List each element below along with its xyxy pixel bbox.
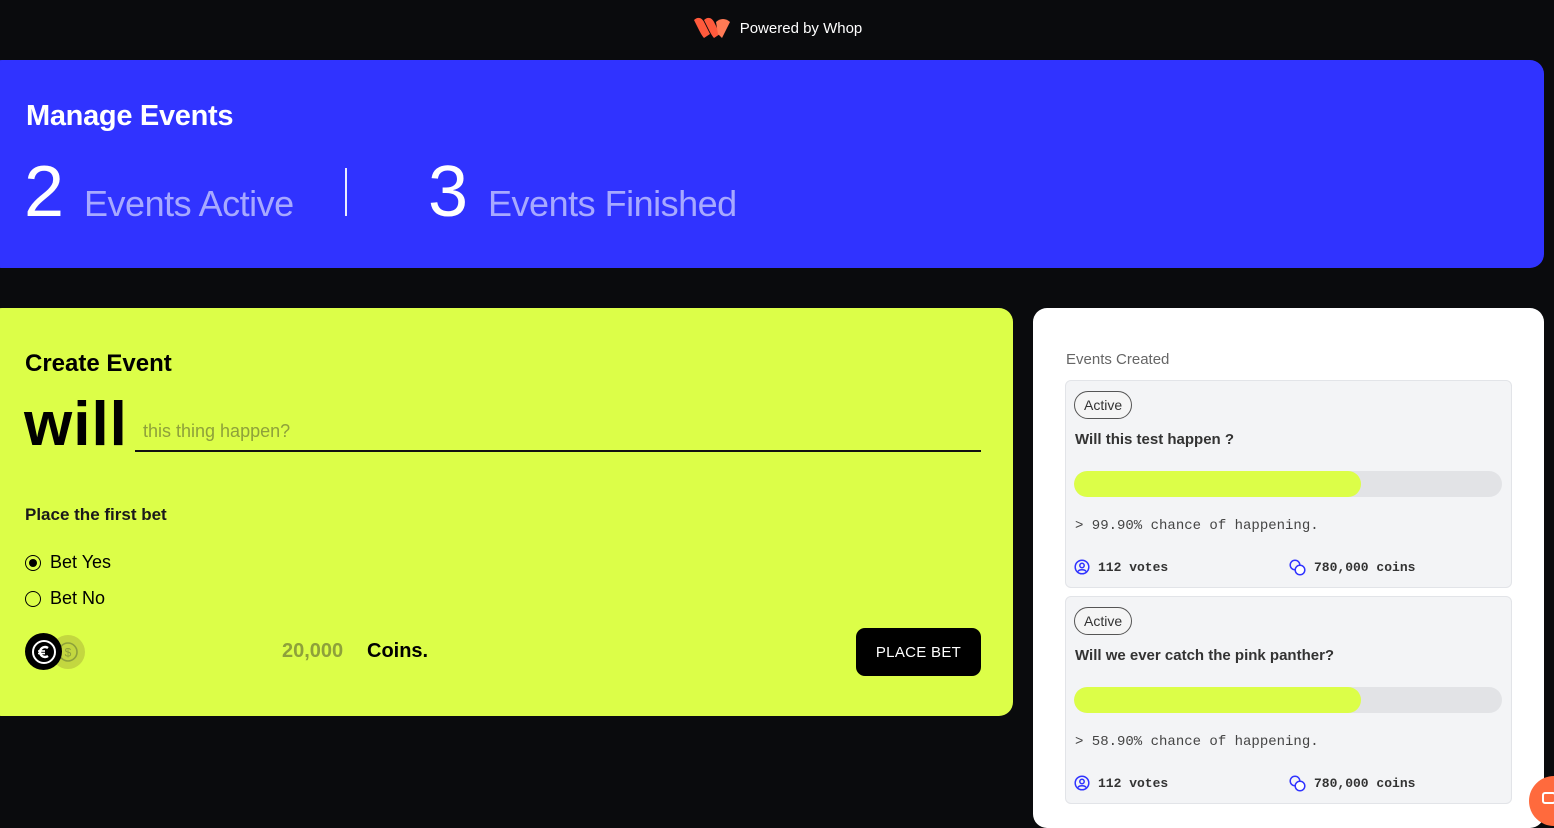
coins-count: 780,000 coins (1314, 560, 1416, 575)
events-finished-label: Events Finished (488, 183, 737, 224)
bet-yes-option[interactable]: Bet Yes (25, 552, 111, 573)
coins-stat: 780,000 coins (1289, 775, 1415, 792)
currency-toggle[interactable]: $ (25, 633, 89, 671)
events-finished-stat: 3 Events Finished (428, 156, 737, 228)
question-prefix: will (24, 390, 128, 459)
first-bet-label: Place the first bet (25, 505, 167, 524)
chance-text: > 99.90% chance of happening. (1075, 518, 1319, 534)
coins-stat: 780,000 coins (1289, 559, 1415, 576)
events-finished-count: 3 (428, 152, 469, 232)
bet-amount[interactable]: 20,000 (282, 640, 343, 663)
events-active-stat: 2 Events Active (24, 156, 294, 228)
bet-no-label: Bet No (50, 588, 106, 608)
events-created-panel: Events Created Active Will this test hap… (1033, 308, 1544, 828)
user-circle-icon (1074, 775, 1090, 791)
chance-text: > 58.90% chance of happening. (1075, 734, 1319, 750)
create-event-title: Create Event (25, 350, 172, 377)
bet-no-radio[interactable] (25, 590, 41, 607)
chat-icon (1542, 792, 1554, 804)
create-event-panel: Create Event will Place the first bet Be… (0, 308, 1013, 716)
events-active-count: 2 (24, 152, 65, 232)
event-question: Will this test happen ? (1075, 431, 1235, 448)
chance-progress-fill (1074, 687, 1361, 713)
votes-count: 112 votes (1098, 775, 1169, 791)
votes-count: 112 votes (1098, 559, 1169, 575)
bet-yes-radio[interactable] (25, 554, 41, 571)
page-title: Manage Events (26, 100, 234, 132)
events-active-label: Events Active (84, 183, 294, 224)
chance-progress-bar (1074, 471, 1502, 497)
coins-icon (1289, 775, 1306, 792)
chance-progress-bar (1074, 687, 1502, 713)
status-badge: Active (1074, 391, 1133, 419)
svg-text:$: $ (65, 646, 72, 660)
event-card[interactable]: Active Will we ever catch the pink panth… (1065, 596, 1512, 804)
question-input[interactable] (135, 412, 981, 452)
manage-events-banner: Manage Events 2 Events Active 3 Events F… (0, 60, 1544, 268)
bet-amount-unit: Coins. (367, 640, 429, 662)
bet-yes-label: Bet Yes (50, 552, 112, 572)
stat-divider (345, 168, 347, 216)
status-badge: Active (1074, 607, 1133, 635)
votes-stat: 112 votes (1074, 775, 1168, 791)
event-card[interactable]: Active Will this test happen ? > 99.90% … (1065, 380, 1512, 588)
events-created-title: Events Created (1066, 351, 1170, 368)
powered-by-text: Powered by Whop (739, 19, 863, 37)
event-question: Will we ever catch the pink panther? (1075, 647, 1335, 664)
chance-progress-fill (1074, 471, 1361, 497)
coins-count: 780,000 coins (1314, 776, 1416, 791)
whop-logo-icon (693, 17, 730, 38)
votes-stat: 112 votes (1074, 559, 1168, 575)
coins-icon (1289, 559, 1306, 576)
bet-no-option[interactable]: Bet No (25, 588, 105, 609)
place-bet-button[interactable]: PLACE BET (856, 628, 981, 676)
powered-by-bar[interactable]: Powered by Whop (0, 0, 1554, 56)
user-circle-icon (1074, 559, 1090, 575)
coin-currency-icon[interactable] (25, 633, 62, 670)
